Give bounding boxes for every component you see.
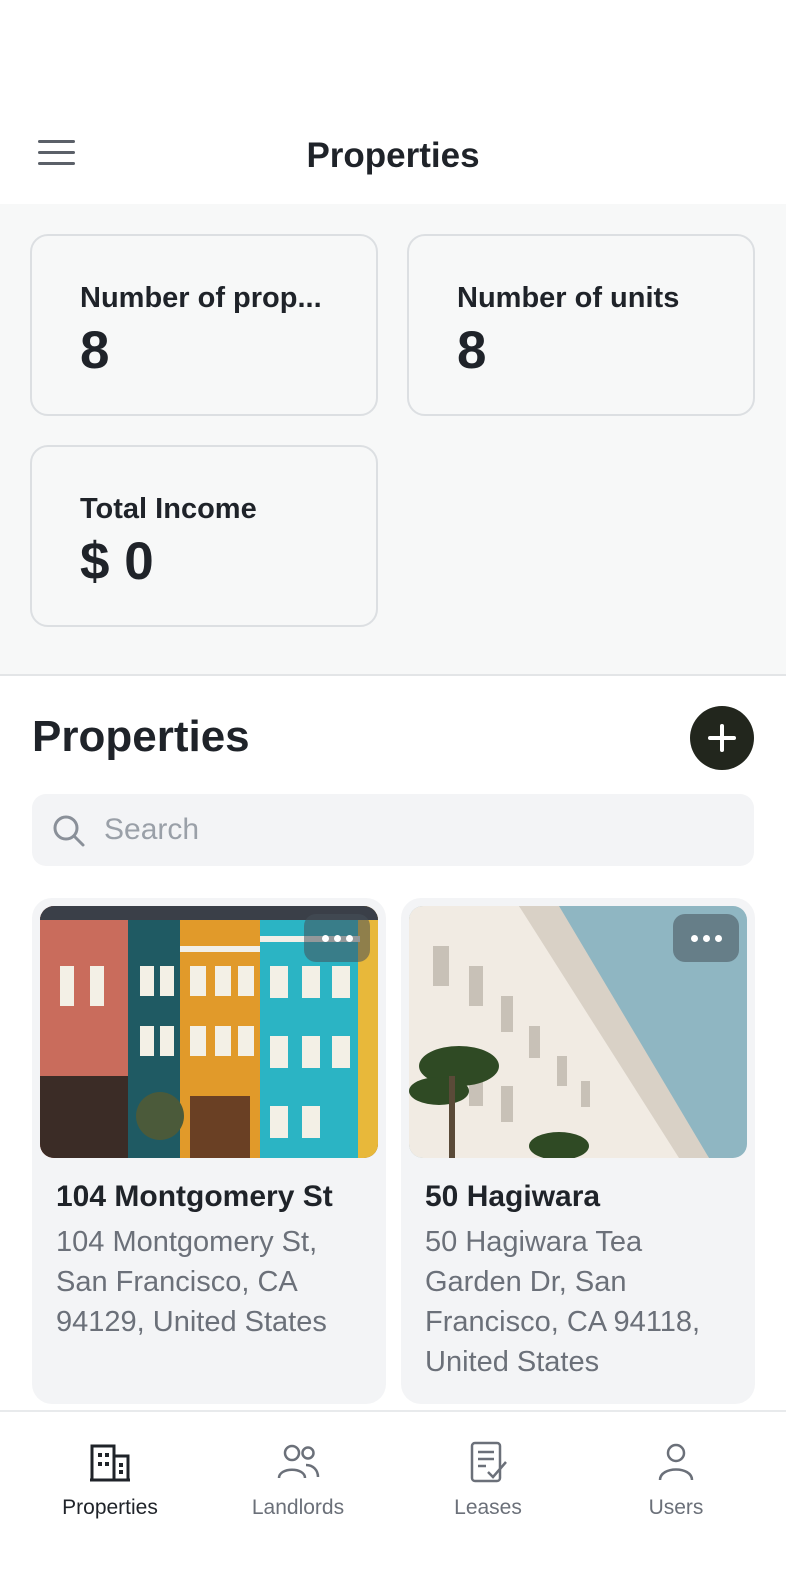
add-property-button[interactable] [690,706,754,770]
section-title: Properties [32,712,250,761]
property-address: 50 Hagiwara Tea Garden Dr, San Francisco… [425,1226,701,1378]
property-name: 50 Hagiwara [425,1180,601,1213]
more-options-button[interactable] [673,914,739,962]
nav-label: Leases [454,1496,522,1519]
nav-label: Users [648,1496,704,1519]
property-name: 104 Montgomery St [56,1180,333,1213]
document-check-icon [470,1441,507,1483]
property-card[interactable]: 104 Montgomery St 104 Montgomery St, San… [32,898,386,1404]
user-icon [658,1443,694,1481]
property-image [40,906,378,1158]
more-options-button[interactable] [304,914,370,962]
property-image [409,906,747,1158]
bottom-nav: Properties Landlords Leases Users [0,1410,786,1592]
stat-value: 8 [457,321,487,380]
people-icon [277,1444,320,1479]
search-icon [53,815,85,847]
stat-card-units: Number of units 8 [407,234,755,416]
stat-label: Number of units [457,282,680,314]
app-header: Properties [0,0,786,204]
nav-item-properties[interactable]: Properties [12,1412,208,1532]
property-card[interactable]: 50 Hagiwara 50 Hagiwara Tea Garden Dr, S… [401,898,755,1404]
nav-item-users[interactable]: Users [578,1412,774,1532]
nav-label: Landlords [251,1496,345,1519]
property-address: 104 Montgomery St, San Francisco, CA 941… [56,1226,327,1338]
stat-label: Total Income [80,493,257,525]
stat-card-properties: Number of prop... 8 [30,234,378,416]
stats-panel: Number of prop... 8 Number of units 8 To… [0,204,786,676]
page-title: Properties [306,136,480,175]
nav-item-landlords[interactable]: Landlords [200,1412,396,1532]
nav-label: Properties [62,1496,158,1519]
stat-label: Number of prop... [80,282,322,314]
nav-item-leases[interactable]: Leases [390,1412,586,1532]
stat-value: $ 0 [80,532,154,591]
stat-value: 8 [80,321,110,380]
building-icon [90,1444,130,1482]
search-input[interactable] [104,794,734,866]
stat-card-income: Total Income $ 0 [30,445,378,627]
search-bar [32,794,754,866]
